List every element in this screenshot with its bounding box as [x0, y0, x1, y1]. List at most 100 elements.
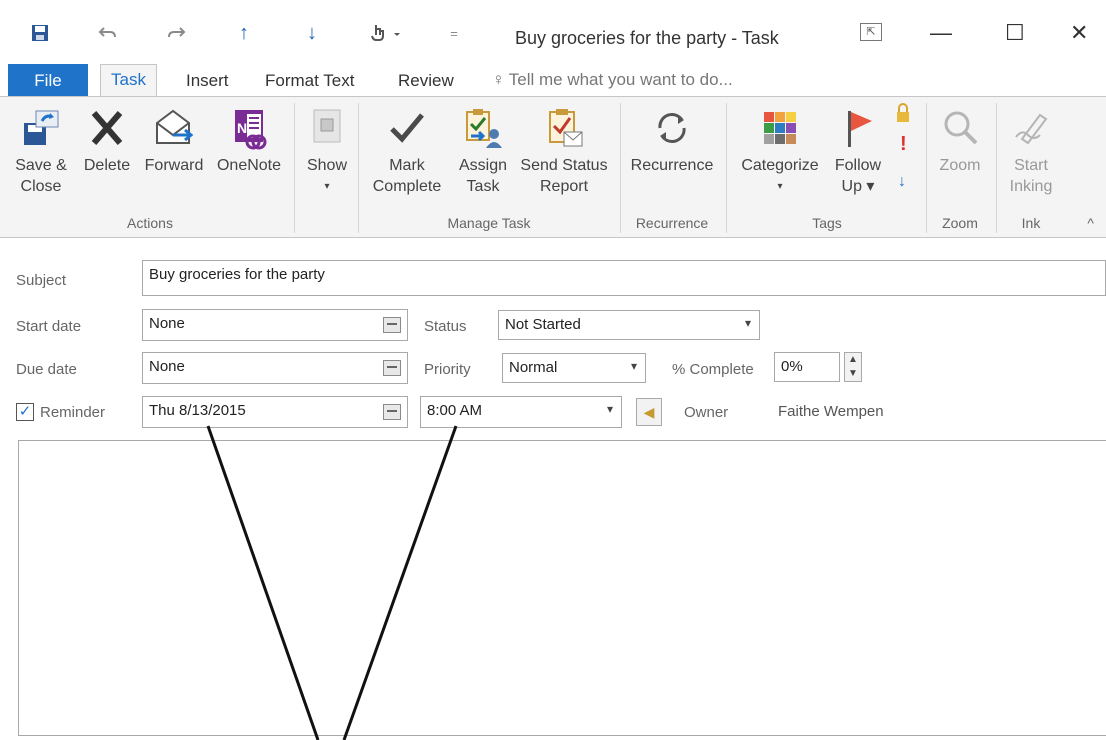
low-importance-icon[interactable]: ↓ [898, 173, 906, 191]
mark-complete-label-2: Complete [372, 178, 442, 195]
start-inking-button[interactable]: Start Inking [1000, 101, 1062, 197]
percent-complete-input[interactable]: 0% [774, 352, 840, 382]
start-date-value: None [149, 315, 185, 332]
chevron-down-icon: ▾ [606, 402, 613, 416]
tab-format-text[interactable]: Format Text [255, 66, 364, 96]
delete-icon [76, 101, 138, 155]
forward-icon [138, 101, 210, 155]
minimize-button[interactable]: — [930, 20, 952, 46]
group-label-zoom: Zoom [942, 215, 978, 231]
tab-file[interactable]: File [8, 64, 88, 98]
inking-pen-icon [1000, 101, 1062, 155]
group-label-manage-task: Manage Task [447, 215, 531, 231]
chevron-down-icon: ▾ [630, 359, 637, 373]
window-title: Buy groceries for the party - Task [515, 28, 779, 48]
private-lock-icon[interactable] [896, 103, 910, 123]
tab-task[interactable]: Task [100, 64, 157, 96]
priority-label: Priority [424, 361, 471, 378]
calendar-icon[interactable] [383, 317, 401, 333]
touch-mode-icon[interactable] [362, 18, 412, 48]
status-value: Not Started [505, 316, 581, 333]
quick-access-toolbar: ↑ ↓ = [22, 18, 496, 48]
save-close-button[interactable]: Save & Close [10, 101, 72, 197]
reminder-time-select[interactable]: 8:00 AM ▾ [420, 396, 622, 428]
task-body-editor[interactable] [18, 440, 1106, 736]
reminder-date-value: Thu 8/13/2015 [149, 402, 246, 419]
reminder-time-value: 8:00 AM [427, 402, 483, 419]
assign-task-label-1: Assign [458, 157, 508, 174]
due-date-label: Due date [16, 361, 77, 378]
maximize-button[interactable]: ☐ [1005, 20, 1025, 46]
subject-input[interactable]: Buy groceries for the party [142, 260, 1106, 296]
follow-up-button[interactable]: Follow Up ▾ [826, 101, 890, 197]
start-date-field[interactable]: None [142, 309, 408, 341]
show-dropdown-arrow: ▾ [324, 181, 330, 192]
delete-label: Delete [83, 157, 131, 174]
owner-value: Faithe Wempen [778, 403, 884, 420]
svg-text:N: N [237, 120, 247, 136]
save-icon[interactable] [22, 18, 58, 48]
group-label-actions: Actions [127, 215, 173, 231]
previous-item-icon[interactable]: ↑ [226, 18, 262, 48]
assign-task-icon [452, 101, 514, 155]
save-close-label-2: Close [20, 178, 62, 195]
title-bar: ↑ ↓ = Buy groceries for the party - Task… [0, 0, 1106, 60]
priority-select[interactable]: Normal ▾ [502, 353, 646, 383]
forward-button[interactable]: Forward [138, 101, 210, 176]
high-importance-icon[interactable]: ! [900, 133, 907, 156]
categorize-label: Categorize [741, 157, 819, 174]
status-select[interactable]: Not Started ▾ [498, 310, 760, 340]
onenote-button[interactable]: N OneNote [210, 101, 288, 176]
calendar-icon[interactable] [383, 360, 401, 376]
reminder-date-field[interactable]: Thu 8/13/2015 [142, 396, 408, 428]
reminder-checkbox[interactable]: ✓ [16, 403, 34, 421]
start-inking-label-1: Start [1014, 157, 1048, 174]
categorize-button[interactable]: Categorize ▾ [732, 101, 828, 197]
close-button[interactable]: ✕ [1070, 20, 1088, 46]
categorize-dropdown-arrow: ▾ [777, 181, 783, 192]
ribbon-display-options-icon[interactable]: ⇱ [860, 23, 882, 41]
start-date-label: Start date [16, 318, 82, 335]
ribbon: Save & Close Delete Forward N OneNote Ac… [0, 96, 1106, 238]
percent-spinner[interactable]: ▲ ▼ [844, 352, 862, 382]
collapse-ribbon-icon[interactable]: ^ [1087, 215, 1094, 231]
spin-up-icon[interactable]: ▲ [845, 353, 861, 367]
save-close-label-1: Save & [15, 157, 67, 174]
group-label-recurrence: Recurrence [635, 215, 709, 231]
due-date-value: None [149, 358, 185, 375]
status-label: Status [424, 318, 467, 335]
assign-task-button[interactable]: Assign Task [452, 101, 514, 197]
next-item-icon[interactable]: ↓ [294, 18, 330, 48]
undo-icon[interactable] [90, 18, 126, 48]
send-status-report-button[interactable]: Send Status Report [514, 101, 614, 197]
calendar-icon[interactable] [383, 404, 401, 420]
magnifier-icon [930, 101, 990, 155]
delete-button[interactable]: Delete [76, 101, 138, 176]
tell-me-text: Tell me what you want to do... [508, 70, 733, 89]
recurrence-button[interactable]: Recurrence [624, 101, 720, 176]
redo-icon[interactable] [158, 18, 194, 48]
priority-value: Normal [509, 359, 558, 376]
reminder-sound-icon[interactable]: ◀ [636, 398, 662, 426]
onenote-label: OneNote [216, 157, 282, 174]
checkmark-icon [364, 101, 450, 155]
assign-task-label-2: Task [466, 178, 500, 195]
tab-insert[interactable]: Insert [176, 66, 239, 96]
spin-down-icon[interactable]: ▼ [845, 367, 861, 381]
tab-review[interactable]: Review [388, 66, 464, 96]
show-button[interactable]: Show ▾ [300, 101, 354, 197]
ribbon-separator [620, 103, 621, 233]
customize-qat-icon[interactable]: = [444, 18, 464, 48]
mark-complete-label-1: Mark [389, 157, 425, 174]
ribbon-separator [926, 103, 927, 233]
ribbon-tabs: File Task Insert Format Text Review ♀ Tel… [0, 60, 1106, 98]
chevron-down-icon: ▾ [744, 316, 751, 330]
mark-complete-button[interactable]: Mark Complete [364, 101, 450, 197]
save-close-icon [10, 101, 72, 155]
forward-label: Forward [144, 157, 204, 174]
tell-me-box[interactable]: ♀ Tell me what you want to do... [492, 70, 733, 90]
due-date-field[interactable]: None [142, 352, 408, 384]
zoom-button[interactable]: Zoom [930, 101, 990, 176]
percent-complete-label: % Complete [672, 361, 754, 378]
send-status-report-icon [514, 101, 614, 155]
